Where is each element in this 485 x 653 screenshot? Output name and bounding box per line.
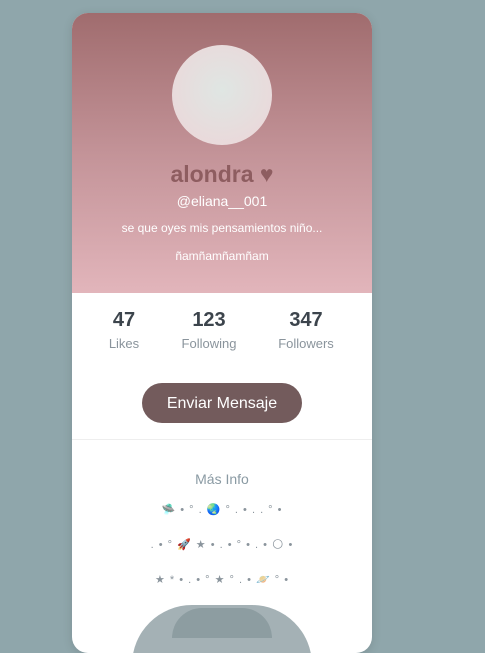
- stat-followers-label: Followers: [278, 336, 334, 351]
- stat-following[interactable]: 123 Following: [159, 309, 259, 351]
- space-decoration-line2: . • ° 🚀 ★ • . • ° • . • 🌕 •: [150, 539, 294, 551]
- avatar[interactable]: [172, 45, 272, 145]
- send-message-button[interactable]: Enviar Mensaje: [142, 383, 302, 423]
- stat-following-label: Following: [181, 336, 237, 351]
- profile-header: alondra ♥ @eliana__001 se que oyes mis p…: [72, 13, 372, 293]
- stat-following-value: 123: [192, 309, 226, 331]
- stats-row: 47 Likes 123 Following 347 Followers: [72, 309, 372, 359]
- profile-bio-line1: se que oyes mis pensamientos niño...: [121, 221, 323, 235]
- profile-bio-line2: ñamñamñamñam: [175, 249, 269, 263]
- profile-name: alondra ♥: [170, 161, 274, 187]
- more-info-title: Más Info: [195, 471, 249, 487]
- space-decoration-line3: ★ * • . • ° ★ ° . • 🪐 ° •: [154, 574, 290, 586]
- planet-horizon-inner: [172, 608, 272, 638]
- stat-followers[interactable]: 347 Followers: [256, 309, 356, 351]
- profile-handle: @eliana__001: [176, 193, 268, 209]
- stat-followers-value: 347: [289, 309, 323, 331]
- divider: [72, 439, 372, 440]
- space-decoration-line1: 🛸 • ° . 🌏 ° . • . . ° •: [161, 504, 283, 516]
- profile-card: alondra ♥ @eliana__001 se que oyes mis p…: [72, 13, 372, 653]
